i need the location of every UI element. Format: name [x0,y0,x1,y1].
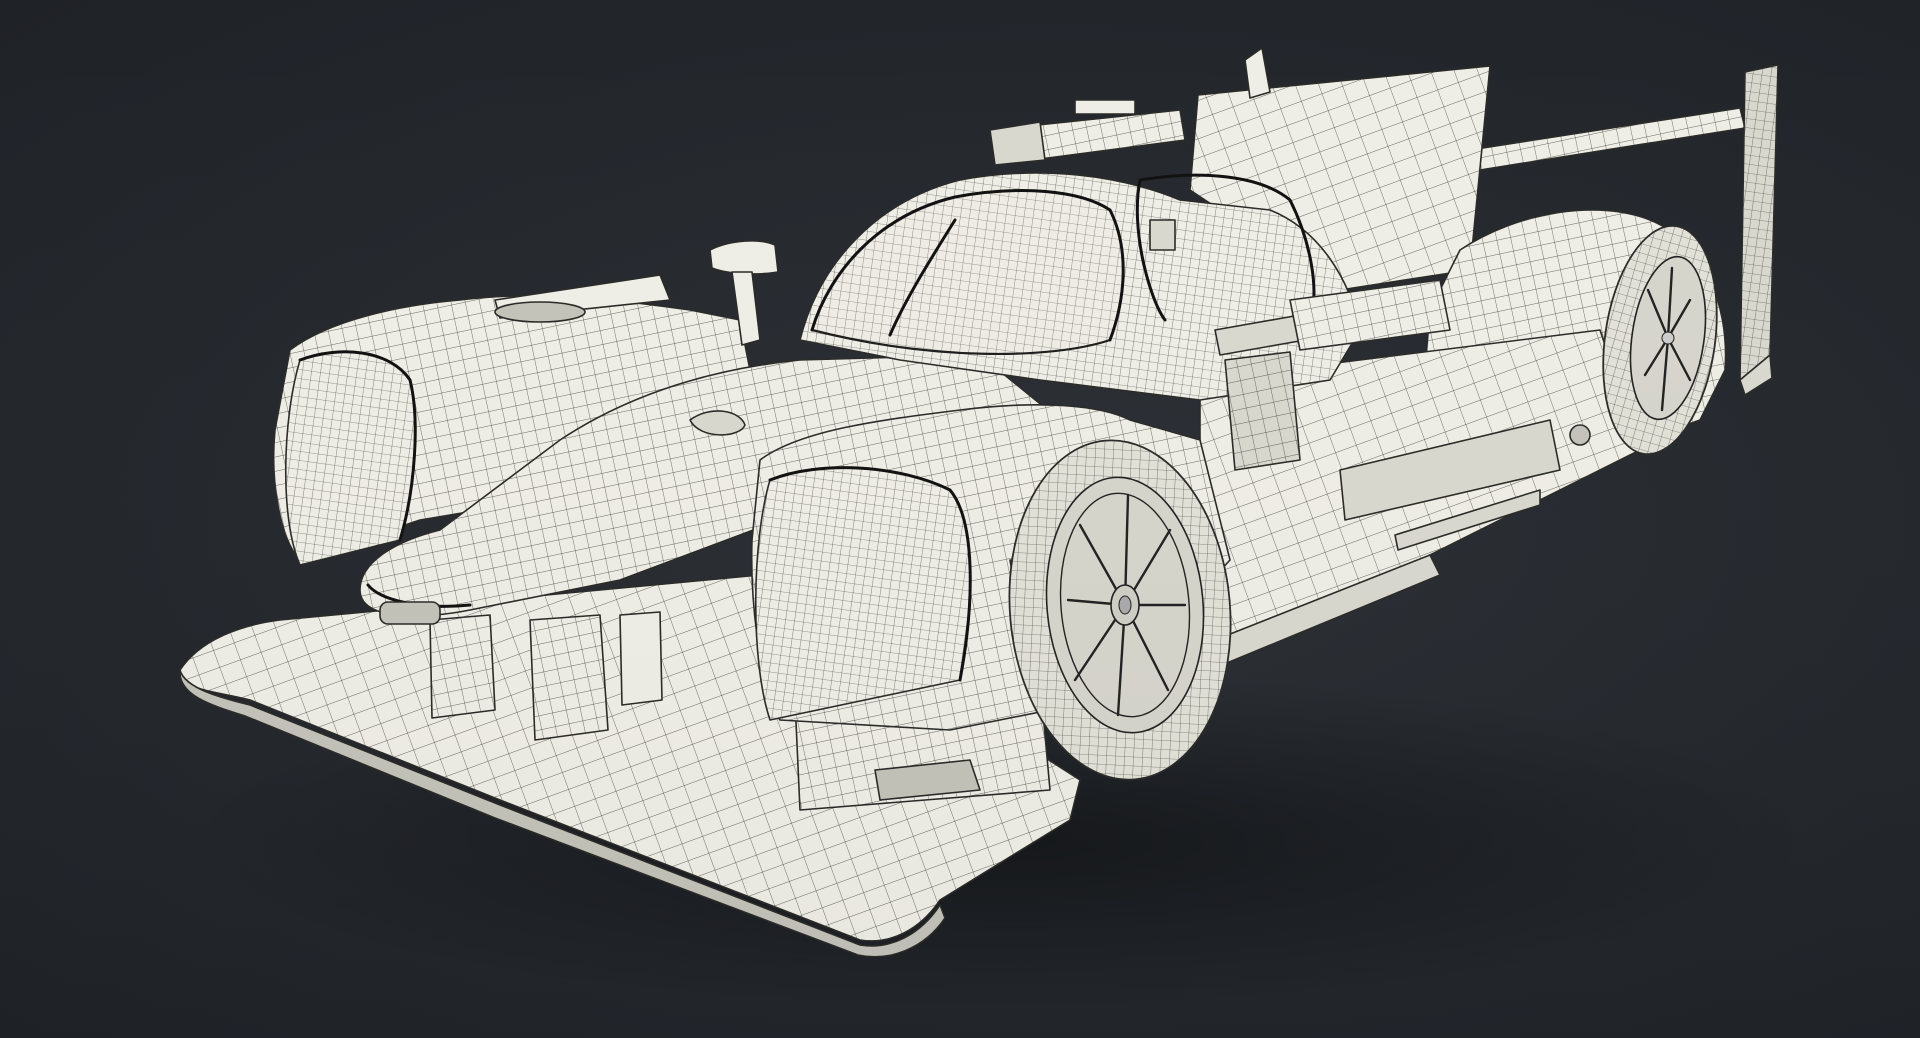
roof-intake [989,99,1186,166]
wireframe-car-render [0,0,1920,1038]
render-viewport [0,0,1920,1038]
